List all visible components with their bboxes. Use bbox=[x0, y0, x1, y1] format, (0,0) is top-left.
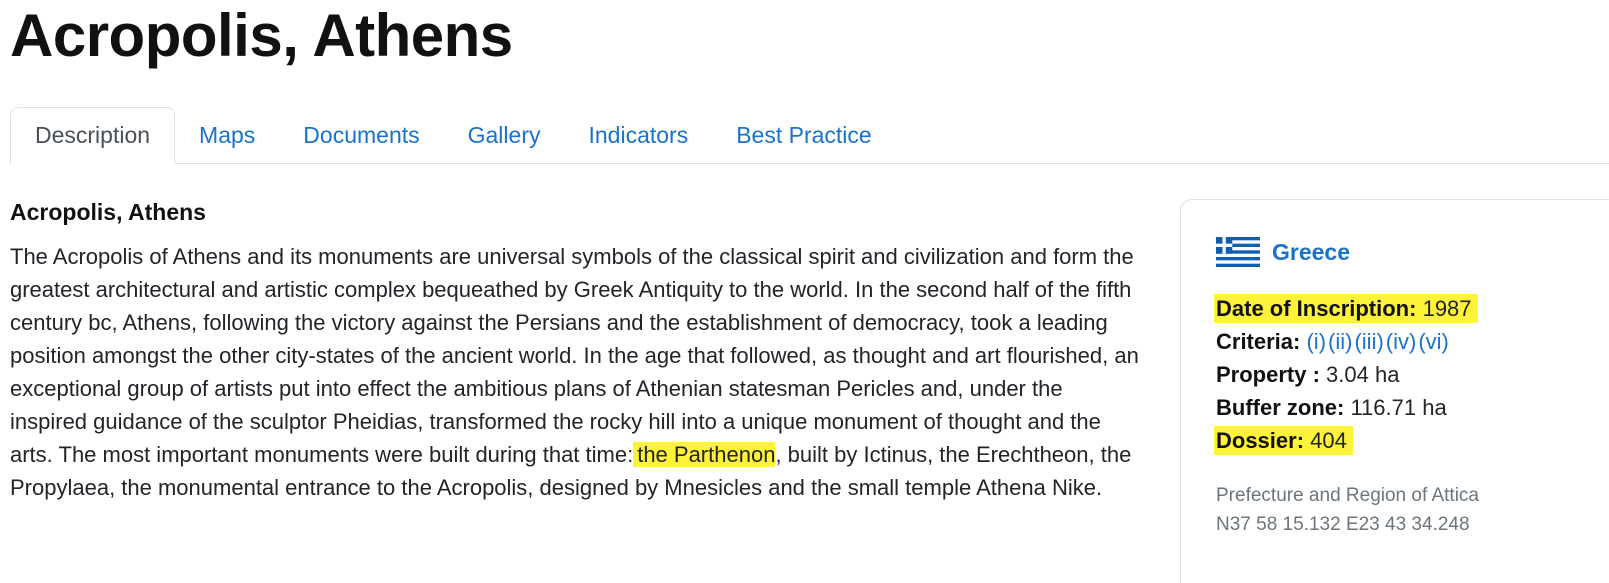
property-facts: Date of Inscription: 1987 Criteria: (i)(… bbox=[1214, 292, 1478, 457]
property-info-card: Greece Date of Inscription: 1987 Criteri… bbox=[1180, 199, 1609, 583]
date-label: Date of Inscription: bbox=[1216, 296, 1417, 321]
property-area: Property : 3.04 ha bbox=[1216, 358, 1478, 391]
region-text: Prefecture and Region of Attica bbox=[1216, 485, 1479, 506]
criteria-link[interactable]: (vi) bbox=[1418, 329, 1449, 354]
country-name[interactable]: Greece bbox=[1272, 239, 1350, 266]
buffer-value: 116.71 ha bbox=[1350, 395, 1447, 420]
page-title: Acropolis, Athens bbox=[10, 2, 513, 69]
criteria-link[interactable]: (iv) bbox=[1386, 329, 1417, 354]
coordinates-text: N37 58 15.132 E23 43 34.248 bbox=[1216, 514, 1470, 535]
country-link[interactable]: Greece bbox=[1216, 237, 1350, 267]
description-text-part: The Acropolis of Athens and its monument… bbox=[10, 244, 1139, 467]
highlighted-fact: Date of Inscription: 1987 bbox=[1214, 294, 1478, 323]
tab-indicators[interactable]: Indicators bbox=[564, 108, 712, 163]
date-value: 1987 bbox=[1422, 296, 1472, 321]
criteria: Criteria: (i)(ii)(iii)(iv)(vi) bbox=[1216, 325, 1478, 358]
tab-maps[interactable]: Maps bbox=[175, 108, 279, 163]
highlighted-text: the Parthenon bbox=[633, 442, 776, 467]
tab-best-practice[interactable]: Best Practice bbox=[712, 108, 896, 163]
property-value: 3.04 ha bbox=[1326, 362, 1400, 387]
description-text: The Acropolis of Athens and its monument… bbox=[10, 240, 1145, 504]
buffer-label: Buffer zone: bbox=[1216, 395, 1345, 420]
criteria-link[interactable]: (i) bbox=[1306, 329, 1326, 354]
dossier-value: 404 bbox=[1310, 428, 1347, 453]
criteria-link[interactable]: (ii) bbox=[1328, 329, 1352, 354]
tab-gallery[interactable]: Gallery bbox=[444, 108, 565, 163]
dossier: Dossier: 404 bbox=[1214, 424, 1478, 457]
date-of-inscription: Date of Inscription: 1987 bbox=[1214, 292, 1478, 325]
greece-flag-icon bbox=[1216, 237, 1260, 267]
site-page: Acropolis, Athens Description Maps Docum… bbox=[0, 0, 1609, 583]
tab-description[interactable]: Description bbox=[10, 107, 176, 164]
highlighted-fact: Dossier: 404 bbox=[1214, 426, 1353, 455]
dossier-label: Dossier: bbox=[1216, 428, 1305, 453]
buffer-zone: Buffer zone: 116.71 ha bbox=[1216, 391, 1478, 424]
section-title: Acropolis, Athens bbox=[10, 199, 206, 225]
description-content: Acropolis, Athens The Acropolis of Athen… bbox=[10, 196, 1145, 504]
criteria-label: Criteria: bbox=[1216, 329, 1301, 354]
property-label: Property : bbox=[1216, 362, 1320, 387]
criteria-link[interactable]: (iii) bbox=[1354, 329, 1383, 354]
tab-documents[interactable]: Documents bbox=[279, 108, 443, 163]
tab-bar: Description Maps Documents Gallery Indic… bbox=[10, 107, 1609, 164]
location-info: Prefecture and Region of Attica N37 58 1… bbox=[1216, 481, 1479, 539]
